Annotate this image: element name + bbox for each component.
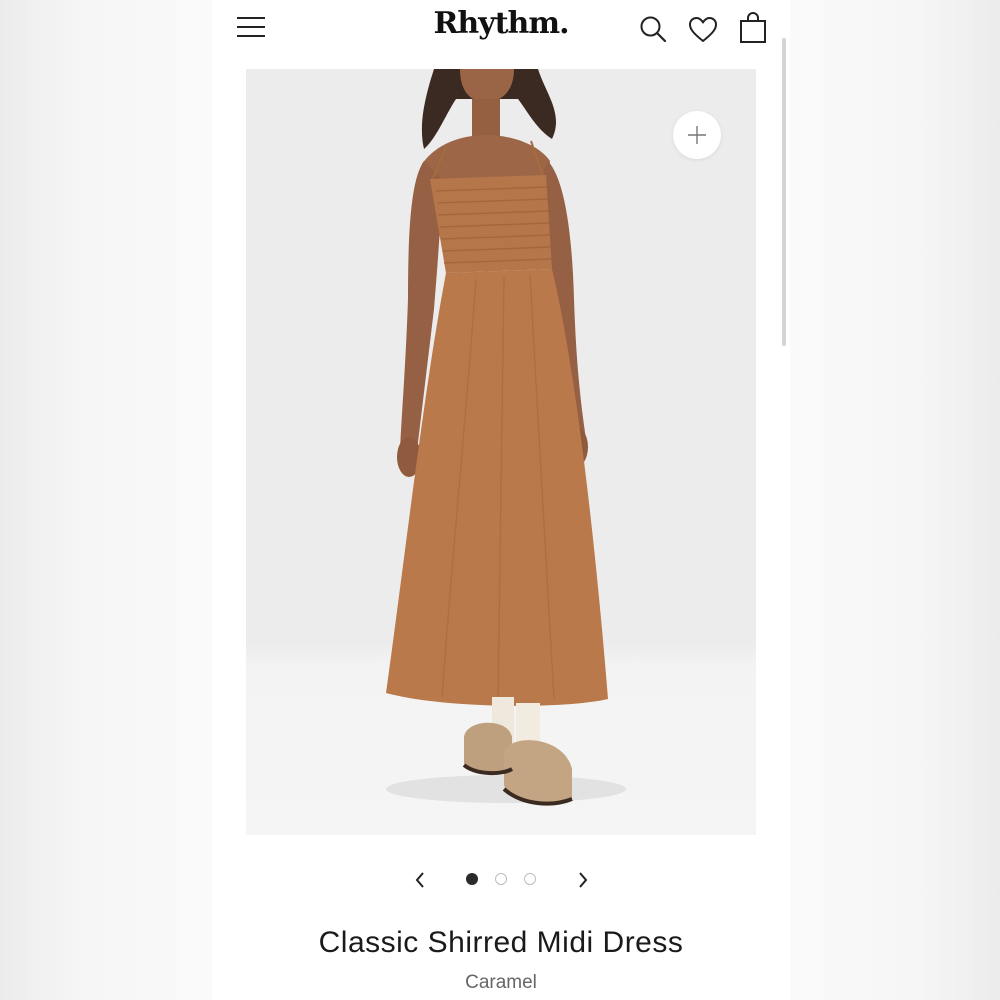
product-color: Caramel xyxy=(465,972,537,993)
heart-icon[interactable] xyxy=(688,16,718,44)
model-photo xyxy=(386,69,626,806)
product-title: Classic Shirred Midi Dress xyxy=(318,926,684,959)
page-background-left xyxy=(0,0,212,1000)
page-background-right xyxy=(790,0,1000,1000)
shopping-bag-icon[interactable] xyxy=(738,12,768,44)
carousel-dot[interactable] xyxy=(524,873,536,885)
search-icon[interactable] xyxy=(639,15,667,43)
zoom-button[interactable] xyxy=(673,111,721,159)
mobile-viewport: Rhythm. Classic Shirred Midi Dress Caram… xyxy=(212,0,790,1000)
plus-icon xyxy=(688,126,706,144)
chevron-left-icon[interactable] xyxy=(408,868,432,892)
carousel-dot[interactable] xyxy=(495,873,507,885)
site-header: Rhythm. xyxy=(212,0,790,56)
chevron-right-icon[interactable] xyxy=(571,868,595,892)
carousel-dot[interactable] xyxy=(466,873,478,885)
scrollbar[interactable] xyxy=(782,38,786,346)
image-carousel-controls xyxy=(212,862,790,898)
product-image[interactable] xyxy=(246,69,756,835)
